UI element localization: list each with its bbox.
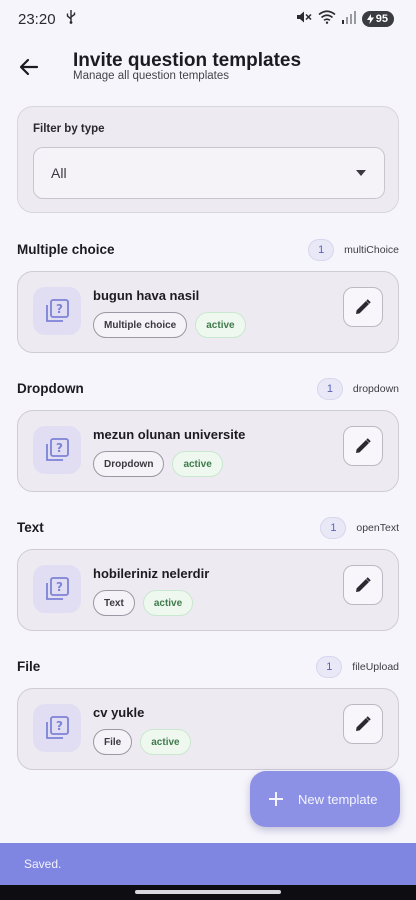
- section-dropdown: Dropdown 1 dropdown ? mezun olunan unive…: [17, 378, 399, 492]
- template-title: hobileriniz nelerdir: [93, 566, 210, 581]
- status-chip: active: [195, 312, 246, 338]
- mute-icon: [296, 10, 312, 28]
- page-subtitle: Manage all question templates: [73, 70, 229, 82]
- type-chip: Dropdown: [93, 451, 165, 477]
- signal-icon: [341, 10, 356, 28]
- status-chip: active: [140, 729, 191, 755]
- section-file: File 1 fileUpload ? cv yukle File active: [17, 656, 399, 770]
- battery-indicator: 95: [361, 11, 394, 27]
- edit-button[interactable]: [343, 565, 383, 605]
- app-bar: Invite question templates Manage all que…: [0, 40, 416, 96]
- question-library-icon: ?: [33, 704, 81, 752]
- template-card[interactable]: ? hobileriniz nelerdir Text active: [17, 549, 399, 631]
- status-time: 23:20: [18, 10, 56, 28]
- type-key: multiChoice: [344, 244, 399, 256]
- back-button[interactable]: [14, 52, 44, 82]
- count-badge: 1: [316, 378, 343, 400]
- question-library-icon: ?: [33, 565, 81, 613]
- template-card[interactable]: ? bugun hava nasil Multiple choice activ…: [17, 271, 399, 353]
- count-badge: 1: [316, 656, 343, 678]
- section-title: File: [17, 659, 41, 674]
- template-card[interactable]: ? cv yukle File active: [17, 688, 399, 770]
- battery-level: 95: [375, 13, 388, 25]
- section-title: Multiple choice: [17, 242, 115, 257]
- section-text: Text 1 openText ? hobileriniz nelerdir T…: [17, 517, 399, 631]
- page-title: Invite question templates: [73, 50, 302, 71]
- template-title: cv yukle: [93, 705, 145, 720]
- type-filter-dropdown[interactable]: All: [33, 147, 385, 199]
- filter-card: Filter by type All: [17, 106, 399, 213]
- type-chip: Multiple choice: [93, 312, 188, 338]
- snackbar: Saved.: [0, 843, 416, 885]
- status-bar: 23:20 95: [0, 0, 416, 38]
- edit-button[interactable]: [343, 426, 383, 466]
- status-chip: active: [142, 590, 194, 616]
- caret-down-icon: [356, 170, 366, 176]
- type-key: dropdown: [352, 383, 399, 395]
- wifi-icon: [318, 10, 336, 28]
- pencil-icon: [356, 299, 371, 314]
- plus-icon: [269, 792, 283, 806]
- question-library-icon: ?: [33, 426, 81, 474]
- edit-button[interactable]: [343, 287, 383, 327]
- type-key: fileUpload: [352, 661, 399, 673]
- status-chip: active: [172, 451, 223, 477]
- type-chip: File: [93, 729, 133, 755]
- type-key: openText: [356, 522, 399, 534]
- gesture-handle[interactable]: [135, 890, 281, 894]
- svg-text:?: ?: [56, 302, 63, 316]
- pencil-icon: [356, 438, 371, 453]
- template-title: bugun hava nasil: [93, 288, 200, 303]
- svg-text:?: ?: [56, 580, 63, 594]
- edit-button[interactable]: [343, 704, 383, 744]
- snackbar-message: Saved.: [24, 857, 62, 871]
- question-library-icon: ?: [33, 287, 81, 335]
- bolt-icon: [366, 14, 374, 24]
- arrow-left-icon: [19, 58, 39, 76]
- pencil-icon: [356, 577, 371, 592]
- template-title: mezun olunan universite: [93, 427, 246, 442]
- system-nav-bar: [0, 885, 416, 900]
- svg-text:?: ?: [56, 441, 63, 455]
- count-badge: 1: [308, 239, 335, 261]
- svg-text:?: ?: [56, 719, 63, 733]
- filter-selected-value: All: [51, 165, 67, 181]
- template-card[interactable]: ? mezun olunan universite Dropdown activ…: [17, 410, 399, 492]
- usb-icon: [66, 10, 76, 28]
- type-chip: Text: [93, 590, 135, 616]
- new-template-label: New template: [298, 791, 378, 807]
- count-badge: 1: [320, 517, 347, 539]
- section-title: Dropdown: [17, 381, 84, 396]
- new-template-button[interactable]: New template: [250, 771, 400, 827]
- section-multiple-choice: Multiple choice 1 multiChoice ? bugun ha…: [17, 239, 399, 353]
- filter-label: Filter by type: [33, 123, 105, 135]
- pencil-icon: [356, 716, 371, 731]
- section-title: Text: [17, 520, 44, 535]
